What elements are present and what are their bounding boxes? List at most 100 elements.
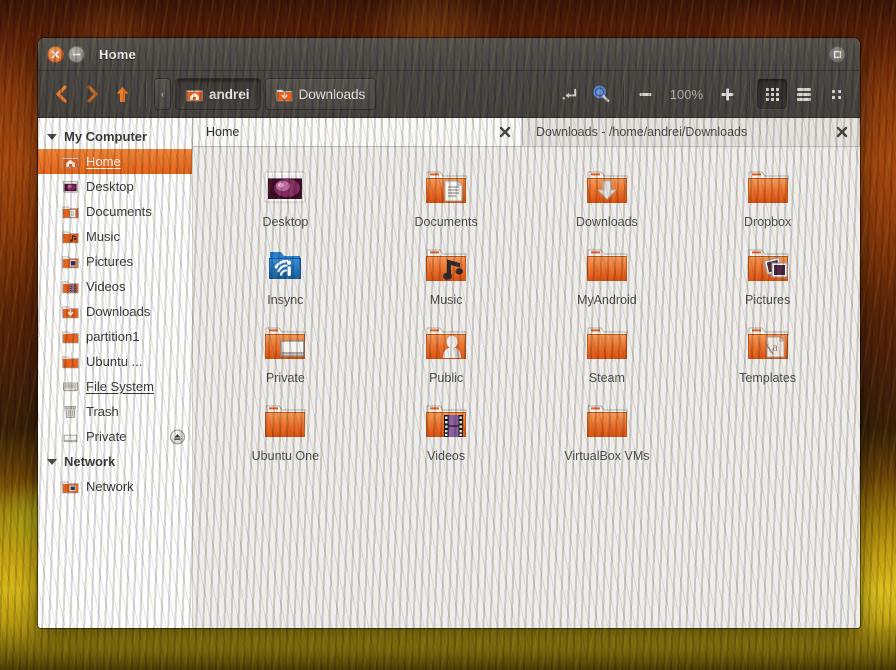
breadcrumb-label: andrei xyxy=(209,87,250,102)
file-item-myandroid[interactable]: MyAndroid xyxy=(527,235,688,313)
downloads-folder-icon xyxy=(62,303,79,320)
sidebar-item-network[interactable]: Network xyxy=(38,474,192,499)
file-label: Desktop xyxy=(262,215,308,229)
file-item-music[interactable]: Music xyxy=(366,235,527,313)
sidebar-item-file-system[interactable]: File System xyxy=(38,374,192,399)
sidebar-item-partition1[interactable]: partition1 xyxy=(38,324,192,349)
list-icon xyxy=(797,88,811,101)
sidebar-item-documents[interactable]: Documents xyxy=(38,199,192,224)
sidebar-item-label: Trash xyxy=(86,404,119,419)
tab-close-button[interactable] xyxy=(835,125,849,139)
close-window-button[interactable] xyxy=(47,46,64,63)
pictures-folder-icon xyxy=(744,241,792,289)
sidebar-item-label: Documents xyxy=(86,204,152,219)
close-icon xyxy=(836,126,848,138)
sidebar-group-my-computer[interactable]: My Computer xyxy=(38,124,192,149)
file-item-desktop[interactable]: Desktop xyxy=(205,157,366,235)
sidebar-item-desktop[interactable]: Desktop xyxy=(38,174,192,199)
content-pane: Home Downloads - /home/andrei/Downloads xyxy=(193,118,860,628)
tab-label: Downloads - /home/andrei/Downloads xyxy=(536,125,821,139)
up-button[interactable] xyxy=(107,79,137,109)
music-folder-icon xyxy=(422,241,470,289)
window-title: Home xyxy=(99,47,136,62)
file-item-documents[interactable]: Documents xyxy=(366,157,527,235)
places-sidebar: My Computer Home xyxy=(38,118,193,628)
list-view-button[interactable] xyxy=(789,79,819,109)
sidebar-item-label: Videos xyxy=(86,279,126,294)
file-label: Ubuntu One xyxy=(252,449,319,463)
file-item-virtualbox-vms[interactable]: VirtualBox VMs xyxy=(527,391,688,469)
public-folder-icon xyxy=(422,319,470,367)
back-button[interactable] xyxy=(47,79,77,109)
file-item-ubuntu-one[interactable]: Ubuntu One xyxy=(205,391,366,469)
sidebar-item-label: Network xyxy=(86,479,134,494)
minus-icon xyxy=(637,86,654,103)
eject-button[interactable] xyxy=(170,429,185,444)
sidebar-group-label: Network xyxy=(64,454,115,469)
icon-view-button[interactable] xyxy=(757,79,787,109)
home-folder-icon xyxy=(62,153,79,170)
network-folder-icon xyxy=(62,478,79,495)
folder-icon xyxy=(62,328,79,345)
file-item-pictures[interactable]: Pictures xyxy=(687,235,848,313)
zoom-in-button[interactable] xyxy=(712,79,742,109)
tab-home[interactable]: Home xyxy=(193,118,523,146)
file-item-public[interactable]: Public xyxy=(366,313,527,391)
sidebar-item-label: Downloads xyxy=(86,304,150,319)
file-label: Documents xyxy=(415,215,478,229)
main-toolbar: ‹ andrei Downloa xyxy=(38,71,860,118)
svg-text:a: a xyxy=(772,339,778,354)
file-label: VirtualBox VMs xyxy=(564,449,649,463)
file-grid: Desktop xyxy=(205,157,848,469)
file-list-area[interactable]: Desktop xyxy=(193,147,860,628)
sidebar-item-pictures[interactable]: Pictures xyxy=(38,249,192,274)
breadcrumb-item-downloads[interactable]: Downloads xyxy=(265,78,377,110)
file-label: Downloads xyxy=(576,215,638,229)
chevron-left-icon xyxy=(52,84,72,104)
breadcrumb-overflow-button[interactable]: ‹ xyxy=(154,78,171,110)
file-label: MyAndroid xyxy=(577,293,637,307)
tab-close-button[interactable] xyxy=(498,125,512,139)
reload-button[interactable] xyxy=(556,79,586,109)
chevron-down-icon xyxy=(47,459,57,465)
file-label: Steam xyxy=(589,371,625,385)
sidebar-item-private[interactable]: Private xyxy=(38,424,192,449)
sidebar-item-label: Desktop xyxy=(86,179,134,194)
sidebar-group-label: My Computer xyxy=(64,129,147,144)
folder-icon xyxy=(583,241,631,289)
tab-downloads[interactable]: Downloads - /home/andrei/Downloads xyxy=(523,118,860,146)
sidebar-group-network[interactable]: Network xyxy=(38,449,192,474)
sidebar-item-ubuntu[interactable]: Ubuntu ... xyxy=(38,349,192,374)
breadcrumb-item-andrei[interactable]: andrei xyxy=(175,78,261,110)
zoom-out-button[interactable] xyxy=(631,79,661,109)
file-item-downloads[interactable]: Downloads xyxy=(527,157,688,235)
file-item-private[interactable]: Private xyxy=(205,313,366,391)
eject-icon xyxy=(173,432,182,441)
file-label: Pictures xyxy=(745,293,790,307)
toolbar-divider xyxy=(623,82,624,106)
compact-icon xyxy=(832,90,841,99)
search-icon xyxy=(591,84,611,104)
file-item-insync[interactable]: Insync xyxy=(205,235,366,313)
sidebar-item-home[interactable]: Home xyxy=(38,149,192,174)
sidebar-item-label: Music xyxy=(86,229,120,244)
sidebar-item-videos[interactable]: Videos xyxy=(38,274,192,299)
file-item-videos[interactable]: Videos xyxy=(366,391,527,469)
sidebar-item-label: partition1 xyxy=(86,329,139,344)
tab-bar: Home Downloads - /home/andrei/Downloads xyxy=(193,118,860,147)
sidebar-item-trash[interactable]: Trash xyxy=(38,399,192,424)
file-item-templates[interactable]: a Templates xyxy=(687,313,848,391)
close-icon xyxy=(499,126,511,138)
sidebar-item-downloads[interactable]: Downloads xyxy=(38,299,192,324)
maximize-window-button[interactable] xyxy=(829,46,846,63)
search-button[interactable] xyxy=(586,79,616,109)
sidebar-item-music[interactable]: Music xyxy=(38,224,192,249)
file-item-steam[interactable]: Steam xyxy=(527,313,688,391)
templates-folder-icon: a xyxy=(744,319,792,367)
minimize-window-button[interactable] xyxy=(68,46,85,63)
downloads-folder-icon xyxy=(583,163,631,211)
forward-button[interactable] xyxy=(77,79,107,109)
file-label: Private xyxy=(266,371,305,385)
compact-view-button[interactable] xyxy=(821,79,851,109)
file-item-dropbox[interactable]: Dropbox xyxy=(687,157,848,235)
